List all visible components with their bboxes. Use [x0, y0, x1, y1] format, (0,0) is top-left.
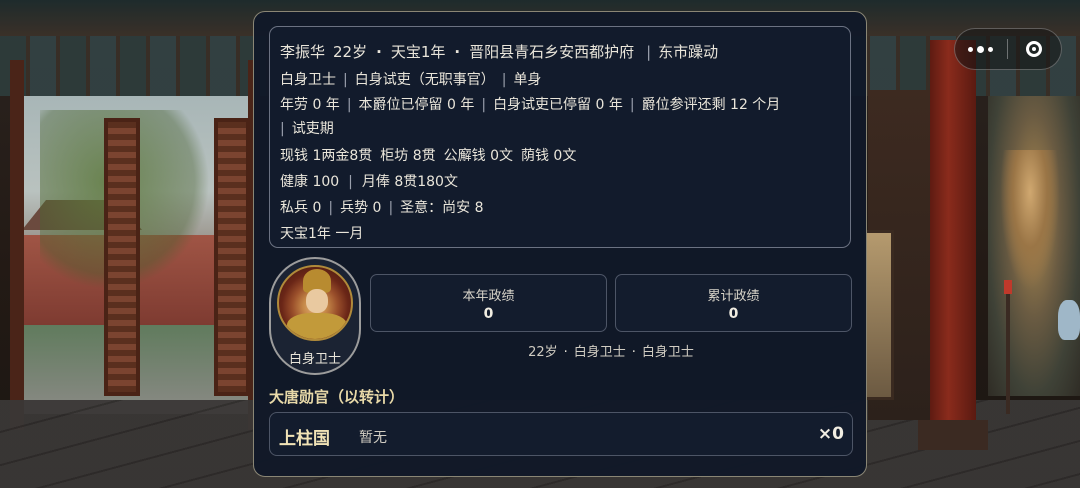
- door-frame-left: [10, 60, 24, 430]
- health: 健康 100: [280, 174, 340, 190]
- rank-line: 白身卫士 | 白身试吏（无职事官） | 单身: [280, 69, 541, 89]
- close-target-icon[interactable]: [1008, 29, 1062, 69]
- title-stay: 本爵位已停留 0 年: [358, 97, 475, 113]
- separator-pipe: |: [328, 200, 334, 216]
- current-event: 东市躁动: [658, 43, 719, 61]
- year-merit-value: 0: [483, 306, 494, 322]
- probation-line: | 试吏期: [280, 118, 334, 138]
- porcelain-vase: [1058, 300, 1080, 340]
- character-name: 李振华: [280, 43, 326, 61]
- profile-summary: 22岁 · 白身卫士 · 白身卫士: [370, 341, 852, 360]
- salary: 月俸 8贯180文: [361, 174, 458, 190]
- separator-dot: ·: [376, 43, 382, 61]
- honor-count: ×0: [817, 424, 844, 444]
- face-shape: [306, 289, 328, 313]
- honor-row[interactable]: 上柱国 暂无 ×0: [269, 412, 853, 456]
- forces-line: 私兵 0 | 兵势 0 | 圣意：尚安 8: [280, 197, 484, 217]
- mural-figure: [1000, 150, 1060, 290]
- separator-pipe: |: [343, 72, 348, 88]
- separator-pipe: |: [501, 72, 507, 88]
- armor-shape: [287, 313, 347, 339]
- honor-status: 暂无: [359, 430, 387, 446]
- more-dots-icon[interactable]: [955, 29, 1007, 69]
- separator-dot: ·: [454, 43, 461, 61]
- character-age: 22岁: [333, 43, 368, 61]
- separator-pipe: |: [646, 43, 652, 61]
- separator-dot: ·: [631, 345, 636, 360]
- yin-fund: 荫钱 0文: [520, 148, 577, 164]
- pillar-base: [918, 420, 988, 450]
- marital-status: 单身: [513, 72, 542, 88]
- separator-dot: ·: [563, 345, 568, 360]
- separator-pipe: |: [348, 174, 353, 190]
- year-merit-title: 本年政绩: [462, 289, 515, 304]
- post-stay: 白身试吏已停留 0 年: [493, 97, 623, 113]
- avatar-portrait: [277, 265, 353, 341]
- imperial-favor: 圣意：尚安 8: [400, 200, 484, 216]
- probation-status: 试吏期: [291, 121, 334, 137]
- identity-line: 李振华 22岁 · 天宝1年 · 晋阳县青石乡安西都护府 | 东市躁动: [280, 41, 718, 62]
- separator-pipe: |: [388, 200, 394, 216]
- lattice-door-left: [104, 118, 140, 396]
- character-avatar[interactable]: 白身卫士: [269, 257, 361, 375]
- candle: [1004, 280, 1012, 294]
- separator-pipe: |: [346, 97, 352, 113]
- tenure-line: 年劳 0 年 | 本爵位已停留 0 年 | 白身试吏已停留 0 年 | 爵位参评还剩 12 …: [280, 94, 780, 114]
- total-merit-value: 0: [728, 306, 739, 322]
- shop-fund: 柜坊 8贯: [380, 148, 436, 164]
- honor-name: 上柱国: [279, 429, 330, 449]
- capsule-menu: [954, 28, 1062, 70]
- review-countdown: 爵位参评还剩 12 个月: [641, 97, 781, 113]
- separator-pipe: |: [629, 97, 635, 113]
- candle-stand: [1006, 294, 1010, 414]
- rank-secondary: 白身试吏（无职事官）: [354, 72, 495, 88]
- private-troops: 私兵 0: [280, 200, 322, 216]
- lattice-door-right: [214, 118, 250, 396]
- character-panel: 李振华 22岁 · 天宝1年 · 晋阳县青石乡安西都护府 | 东市躁动 白身卫士 | 白身试吏（无…: [253, 11, 867, 477]
- rank-primary: 白身卫士: [280, 72, 336, 88]
- health-line: 健康 100 | 月俸 8贯180文: [280, 171, 458, 191]
- military-power: 兵势 0: [340, 200, 382, 216]
- painted-screen: [864, 230, 894, 400]
- location: 晋阳县青石乡安西都护府: [469, 43, 635, 61]
- separator-pipe: |: [280, 121, 285, 137]
- money-line: 现钱 1两金8贯 柜坊 8贯 公廨钱 0文 荫钱 0文: [280, 145, 576, 165]
- game-date: 天宝1年 一月: [280, 226, 364, 242]
- merit-years: 年劳 0 年: [280, 97, 340, 113]
- avatar-rank-label: 白身卫士: [288, 352, 341, 367]
- public-fund: 公廨钱 0文: [443, 148, 513, 164]
- character-info-box: 李振华 22岁 · 天宝1年 · 晋阳县青石乡安西都护府 | 东市躁动 白身卫士 | 白身试吏（无…: [269, 26, 851, 248]
- summary-age: 22岁: [528, 345, 558, 360]
- cash: 现钱 1两金8贯: [280, 148, 373, 164]
- total-merit-title: 累计政绩: [707, 289, 760, 304]
- era-year: 天宝1年: [390, 43, 446, 61]
- summary-rank2: 白身卫士: [641, 345, 694, 360]
- separator-pipe: |: [481, 97, 487, 113]
- summary-rank1: 白身卫士: [573, 345, 626, 360]
- year-merit-box: 本年政绩 0: [370, 274, 607, 332]
- total-merit-box: 累计政绩 0: [615, 274, 852, 332]
- red-pillar: [930, 40, 976, 450]
- honors-title: 大唐勋官（以转计）: [269, 388, 405, 406]
